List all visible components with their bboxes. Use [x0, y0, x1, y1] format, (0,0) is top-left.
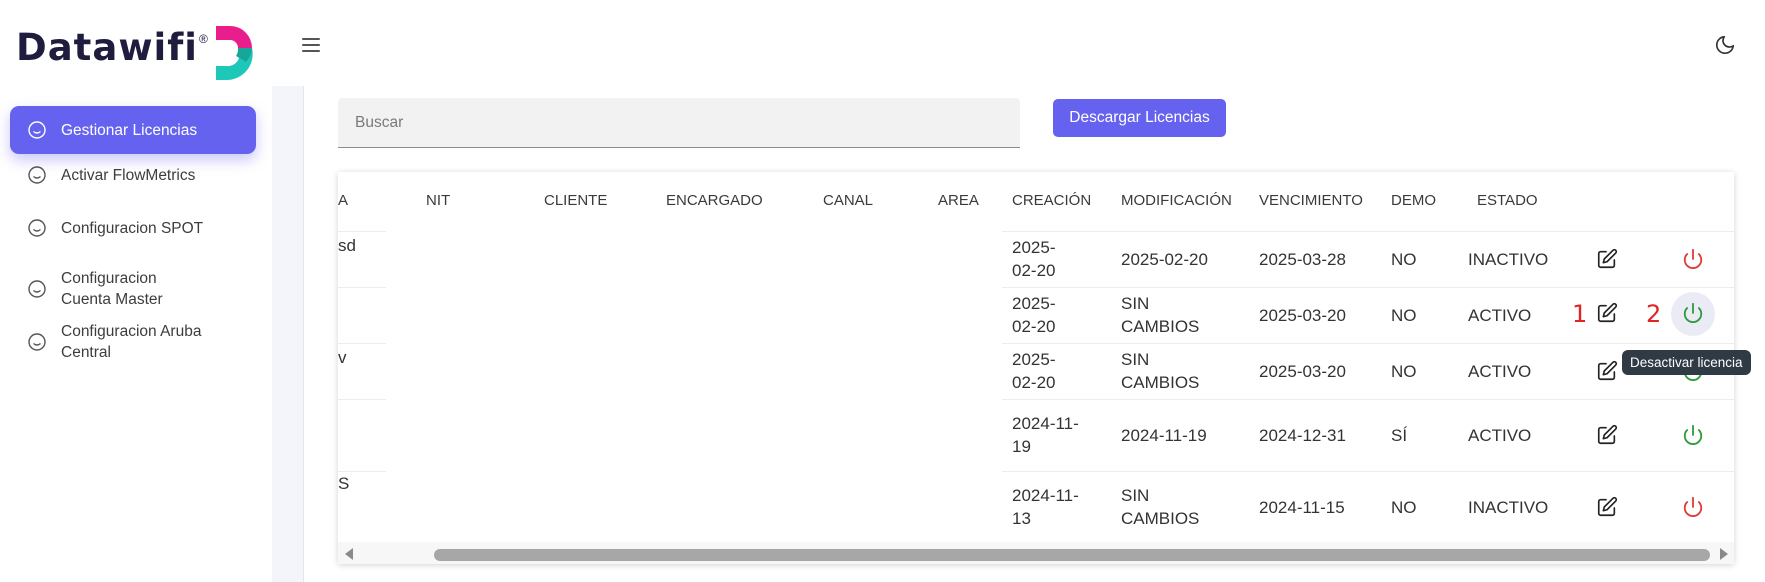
- table-cell-demo: SÍ: [1391, 426, 1408, 445]
- sidebar-item-label: Activar FlowMetrics: [61, 166, 196, 184]
- tooltip: Desactivar licencia: [1622, 350, 1751, 375]
- column-header[interactable]: DEMO: [1391, 192, 1436, 209]
- table-cell-estado: INACTIVO: [1468, 250, 1549, 269]
- annotation-number-1: 1: [1572, 300, 1588, 328]
- table-cell-vencimiento: 2024-11-15: [1259, 498, 1345, 517]
- table-cell-estado: ACTIVO: [1468, 362, 1532, 381]
- registered-mark: ®: [198, 32, 208, 46]
- table-cell-estado: ACTIVO: [1468, 426, 1532, 445]
- datawifi-logo: Datawifi ®: [16, 26, 262, 82]
- sidebar-item-configuracion-spot[interactable]: Configuracion SPOT: [10, 217, 256, 239]
- column-header[interactable]: VENCIMIENTO: [1259, 192, 1363, 209]
- nav-circle-icon: [28, 166, 46, 184]
- table-cell-creacion: 2024-11- 19: [1012, 414, 1079, 456]
- nav-circle-icon: [28, 280, 46, 298]
- table-cell-modificacion: SIN CAMBIOS: [1121, 294, 1200, 336]
- table-cell-vencimiento: 2025-03-20: [1259, 306, 1346, 325]
- licenses-table: A NIT CLIENTE ENCARGADO CANAL AREA CREAC…: [338, 172, 1734, 564]
- column-header[interactable]: NIT: [426, 192, 450, 209]
- table-cell-modificacion: 2025-02-20: [1121, 250, 1208, 269]
- power-icon[interactable]: [1682, 496, 1704, 518]
- power-icon[interactable]: [1682, 248, 1704, 270]
- nav-circle-icon: [28, 219, 46, 237]
- table-cell-creacion: 2025- 02-20: [1012, 294, 1056, 336]
- sidebar-item-label: Configuracion Aruba Central: [61, 323, 202, 361]
- search-input[interactable]: [338, 98, 1020, 148]
- edit-icon[interactable]: [1596, 496, 1618, 518]
- table-cell-creacion: 2025- 02-20: [1012, 238, 1056, 280]
- column-header[interactable]: A: [338, 192, 348, 209]
- logo-mark-icon: [215, 26, 253, 81]
- power-icon[interactable]: [1682, 302, 1704, 324]
- table-cell-modificacion: 2024-11-19: [1121, 426, 1207, 445]
- sidebar-item-label: Gestionar Licencias: [61, 121, 198, 139]
- sidebar-item-gestionar-licencias[interactable]: Gestionar Licencias: [10, 106, 256, 154]
- table-cell-truncated: sd: [338, 236, 356, 255]
- annotation-number-2: 2: [1646, 300, 1662, 328]
- edit-icon[interactable]: [1596, 248, 1618, 270]
- table-cell-demo: NO: [1391, 498, 1417, 517]
- table-cell-demo: NO: [1391, 362, 1417, 381]
- edit-icon[interactable]: [1596, 302, 1618, 324]
- table-cell-demo: NO: [1391, 306, 1417, 325]
- edit-icon[interactable]: [1596, 424, 1618, 446]
- table-cell-vencimiento: 2024-12-31: [1259, 426, 1346, 445]
- sidebar-item-label: Configuracion SPOT: [61, 219, 204, 237]
- column-header[interactable]: MODIFICACIÓN: [1121, 192, 1232, 209]
- moon-icon[interactable]: [1714, 34, 1736, 56]
- table-cell-modificacion: SIN CAMBIOS: [1121, 486, 1200, 528]
- nav-circle-icon: [28, 121, 46, 139]
- power-icon[interactable]: [1682, 424, 1704, 446]
- edit-icon[interactable]: [1596, 360, 1618, 382]
- table-cell-truncated: S: [338, 474, 350, 493]
- download-licenses-button[interactable]: Descargar Licencias: [1053, 99, 1226, 137]
- sidebar-item-label: Configuracion Cuenta Master: [61, 270, 163, 308]
- table-cell-vencimiento: 2025-03-28: [1259, 250, 1346, 269]
- column-header[interactable]: CLIENTE: [544, 192, 607, 209]
- column-header[interactable]: AREA: [938, 192, 979, 209]
- sidebar-item-configuracion-cuenta-master[interactable]: Configuracion Cuenta Master: [10, 268, 210, 310]
- column-header[interactable]: ENCARGADO: [666, 192, 763, 209]
- column-header[interactable]: CANAL: [823, 192, 873, 209]
- table-cell-estado: ACTIVO: [1468, 306, 1532, 325]
- hamburger-icon[interactable]: [302, 38, 320, 56]
- table-cell-creacion: 2025- 02-20: [1012, 350, 1056, 392]
- sidebar-item-configuracion-aruba-central[interactable]: Configuracion Aruba Central: [10, 321, 210, 363]
- table-cell-modificacion: SIN CAMBIOS: [1121, 350, 1200, 392]
- table-cell-creacion: 2024-11- 13: [1012, 486, 1079, 528]
- table-cell-demo: NO: [1391, 250, 1417, 269]
- scroll-right-icon[interactable]: [1720, 548, 1728, 560]
- scroll-left-icon[interactable]: [345, 548, 353, 560]
- table-cell-truncated: v: [338, 348, 347, 367]
- logo-text: Datawifi: [16, 26, 198, 69]
- scrollbar-thumb[interactable]: [434, 549, 1710, 561]
- app-root: Datawifi ® Gestionar Licencias Activar F…: [0, 0, 1765, 582]
- horizontal-scrollbar[interactable]: [338, 542, 1734, 564]
- table-cell-vencimiento: 2025-03-20: [1259, 362, 1346, 381]
- content-gutter: [272, 86, 304, 582]
- sidebar-item-activar-flowmetrics[interactable]: Activar FlowMetrics: [10, 164, 256, 186]
- column-header[interactable]: CREACIÓN: [1012, 192, 1091, 209]
- nav-circle-icon: [28, 333, 46, 351]
- table-cell-estado: INACTIVO: [1468, 498, 1549, 517]
- column-header[interactable]: ESTADO: [1477, 192, 1538, 209]
